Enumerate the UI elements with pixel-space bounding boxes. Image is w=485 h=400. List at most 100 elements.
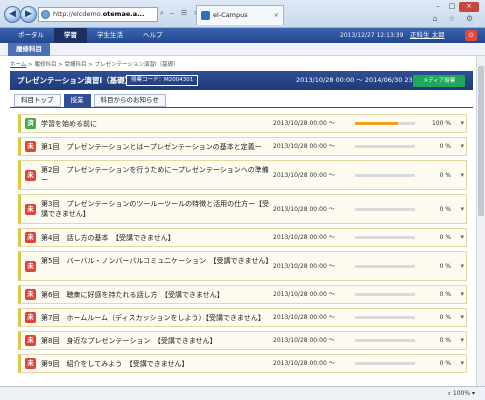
lesson-title[interactable]: 第4回 話し方の基本 【受講できません】 (41, 233, 281, 243)
expand-chevron-icon[interactable]: ▾ (460, 171, 464, 180)
progress-percent: 0 % (439, 291, 451, 298)
lesson-title[interactable]: 第9回 紹介をしてみよう 【受講できません】 (41, 359, 281, 369)
lesson-date: 2013/10/28 00:00 ～ (273, 314, 335, 321)
sub-navbar: 履修科目 (0, 43, 485, 56)
expand-chevron-icon[interactable]: ▾ (460, 290, 464, 299)
expand-chevron-icon[interactable]: ▾ (460, 142, 464, 151)
course-code: 授業コード：M2004301 (126, 75, 199, 86)
expand-chevron-icon[interactable]: ▾ (460, 336, 464, 345)
maximize-button[interactable]: □ (445, 2, 459, 12)
progress-percent: 0 % (439, 360, 451, 367)
lesson-row[interactable]: 未第2回 プレゼンテーションを行うためにープレゼンテーションへの準備ー 2013/… (18, 160, 467, 190)
user-name[interactable]: 正科生 太郎 (410, 28, 445, 43)
lesson-title[interactable]: 第6回 聴衆に好感を持たれる話し方 【受講できません】 (41, 290, 281, 300)
progress-bar (355, 293, 415, 296)
back-button[interactable]: ◀ (4, 6, 21, 23)
media-class-button[interactable]: メディア授業 (413, 75, 465, 87)
menu-help[interactable]: ヘルプ (133, 28, 173, 43)
status-badge: 未 (25, 204, 36, 215)
menu-student-life[interactable]: 学生生活 (87, 28, 133, 43)
lesson-title[interactable]: 第5回 バーバル・ノンバーバルコミュニケーション 【受講できません】 (41, 256, 271, 266)
breadcrumb: ホーム > 履修科目 > 受講科目 > プレゼンテーション演習Ⅰ（基礎） (10, 60, 179, 68)
expand-chevron-icon[interactable]: ▾ (460, 262, 464, 271)
lesson-date: 2013/10/28 00:00 ～ (273, 291, 335, 298)
close-window-button[interactable]: × (459, 2, 479, 12)
tab-notices[interactable]: 科目からのお知らせ (93, 94, 166, 107)
progress-bar (355, 362, 415, 365)
address-host: otemae.a... (102, 10, 145, 18)
progress-percent: 0 % (439, 314, 451, 321)
progress-bar (355, 122, 415, 125)
address-prefix: http://elcdemo. (53, 10, 103, 18)
lesson-row[interactable]: 未第5回 バーバル・ノンバーバルコミュニケーション 【受講できません】 2013/… (18, 251, 467, 281)
status-badge: 未 (25, 170, 36, 181)
lesson-row[interactable]: 未第1回 プレゼンテーションとはープレゼンテーションの基本と定義ー 2013/10… (18, 137, 467, 156)
lesson-date: 2013/10/28 00:00 ～ (273, 263, 335, 270)
lesson-row[interactable]: 済学習を始める前に 2013/10/28 00:00 ～ 100 % ▾ (18, 114, 467, 133)
lesson-row[interactable]: 未第6回 聴衆に好感を持たれる話し方 【受講できません】 2013/10/28 0… (18, 285, 467, 304)
scrollbar-thumb[interactable] (478, 66, 484, 216)
browser-tab[interactable]: el-Campus × (196, 5, 284, 25)
forward-button[interactable]: ▶ (20, 6, 37, 23)
main-menu: ポータル 学習 学生生活 ヘルプ (8, 28, 173, 43)
progress-percent: 0 % (439, 143, 451, 150)
progress-bar (355, 265, 415, 268)
lesson-list: 済学習を始める前に 2013/10/28 00:00 ～ 100 % ▾ 未第1回 プレ… (18, 114, 467, 377)
progress-bar (355, 145, 415, 148)
favicon-icon (201, 11, 210, 20)
tab-close-icon[interactable]: × (274, 6, 279, 24)
lesson-row[interactable]: 未第4回 話し方の基本 【受講できません】 2013/10/28 00:00 ～ 0… (18, 228, 467, 247)
lesson-date: 2013/10/28 00:00 ～ (273, 206, 335, 213)
course-title: プレゼンテーション演習Ⅰ（基礎） (17, 76, 133, 85)
tab-classes[interactable]: 授業 (63, 94, 91, 107)
current-datetime: 2013/12/27 12:13:39 (340, 32, 404, 39)
progress-bar (355, 339, 415, 342)
lesson-title[interactable]: 第7回 ホームルーム（ディスカッションをしよう）【受講できません】 (41, 313, 281, 323)
minimize-button[interactable]: – (431, 2, 445, 12)
menu-portal[interactable]: ポータル (8, 28, 54, 43)
globe-icon (41, 10, 50, 19)
address-bar[interactable]: http://elcdemo.otemae.a... (38, 7, 158, 22)
status-badge: 未 (25, 312, 36, 323)
breadcrumb-home[interactable]: ホーム (10, 62, 26, 68)
progress-percent: 0 % (439, 172, 451, 179)
breadcrumb-rest: > 履修科目 > 受講科目 > プレゼンテーション演習Ⅰ（基礎） (26, 62, 179, 68)
lesson-title[interactable]: 第2回 プレゼンテーションを行うためにープレゼンテーションへの準備ー (41, 165, 271, 185)
status-badge: 済 (25, 118, 36, 129)
course-period: 2013/10/28 00:00 ～ 2014/06/30 23:59 (296, 76, 424, 84)
course-tabs: 科目トップ 授業 科目からのお知らせ (14, 94, 169, 107)
lesson-row[interactable]: 未第7回 ホームルーム（ディスカッションをしよう）【受講できません】 2013/1… (18, 308, 467, 327)
expand-chevron-icon[interactable]: ▾ (460, 359, 464, 368)
lesson-row[interactable]: 未第9回 紹介をしてみよう 【受講できません】 2013/10/28 00:00 … (18, 354, 467, 373)
window-controls: – □ × (431, 2, 479, 12)
lesson-date: 2013/10/28 00:00 ～ (273, 234, 335, 241)
expand-chevron-icon[interactable]: ▾ (460, 119, 464, 128)
status-badge: 未 (25, 358, 36, 369)
status-badge: 未 (25, 232, 36, 243)
progress-bar (355, 174, 415, 177)
expand-chevron-icon[interactable]: ▾ (460, 233, 464, 242)
lesson-date: 2013/10/28 00:00 ～ (273, 120, 335, 127)
menu-study[interactable]: 学習 (54, 28, 87, 43)
app-navbar: ポータル 学習 学生生活 ヘルプ 2013/12/27 12:13:39 正科生… (0, 28, 485, 43)
lesson-title[interactable]: 学習を始める前に (41, 119, 281, 129)
lesson-title[interactable]: 第3回 プレゼンテーションのツールーツールの特徴と活用の仕方ー【受講できません】 (41, 199, 271, 219)
browser-tool-icons[interactable]: ⌂ ☆ ⚙ (432, 14, 477, 23)
enrolled-courses-tab[interactable]: 履修科目 (8, 43, 50, 56)
lesson-title[interactable]: 第8回 身近なプレゼンテーション 【受講できません】 (41, 336, 281, 346)
lesson-row[interactable]: 未第8回 身近なプレゼンテーション 【受講できません】 2013/10/28 00… (18, 331, 467, 350)
status-badge: 未 (25, 261, 36, 272)
progress-percent: 100 % (431, 120, 451, 127)
browser-chrome: ◀ ▶ http://elcdemo.otemae.a... ⌕ ‒ ☰ × e… (0, 0, 485, 28)
expand-chevron-icon[interactable]: ▾ (460, 205, 464, 214)
expand-chevron-icon[interactable]: ▾ (460, 313, 464, 322)
status-badge: 未 (25, 289, 36, 300)
lesson-title[interactable]: 第1回 プレゼンテーションとはープレゼンテーションの基本と定義ー (41, 142, 281, 152)
progress-percent: 0 % (439, 234, 451, 241)
zoom-level[interactable]: ⌕ 100% ▾ (448, 387, 475, 400)
scrollbar[interactable] (476, 56, 485, 386)
status-badge: 未 (25, 141, 36, 152)
lesson-row[interactable]: 未第3回 プレゼンテーションのツールーツールの特徴と活用の仕方ー【受講できません… (18, 194, 467, 224)
logout-icon[interactable]: ⏻ (465, 30, 477, 41)
tab-course-top[interactable]: 科目トップ (14, 94, 61, 107)
